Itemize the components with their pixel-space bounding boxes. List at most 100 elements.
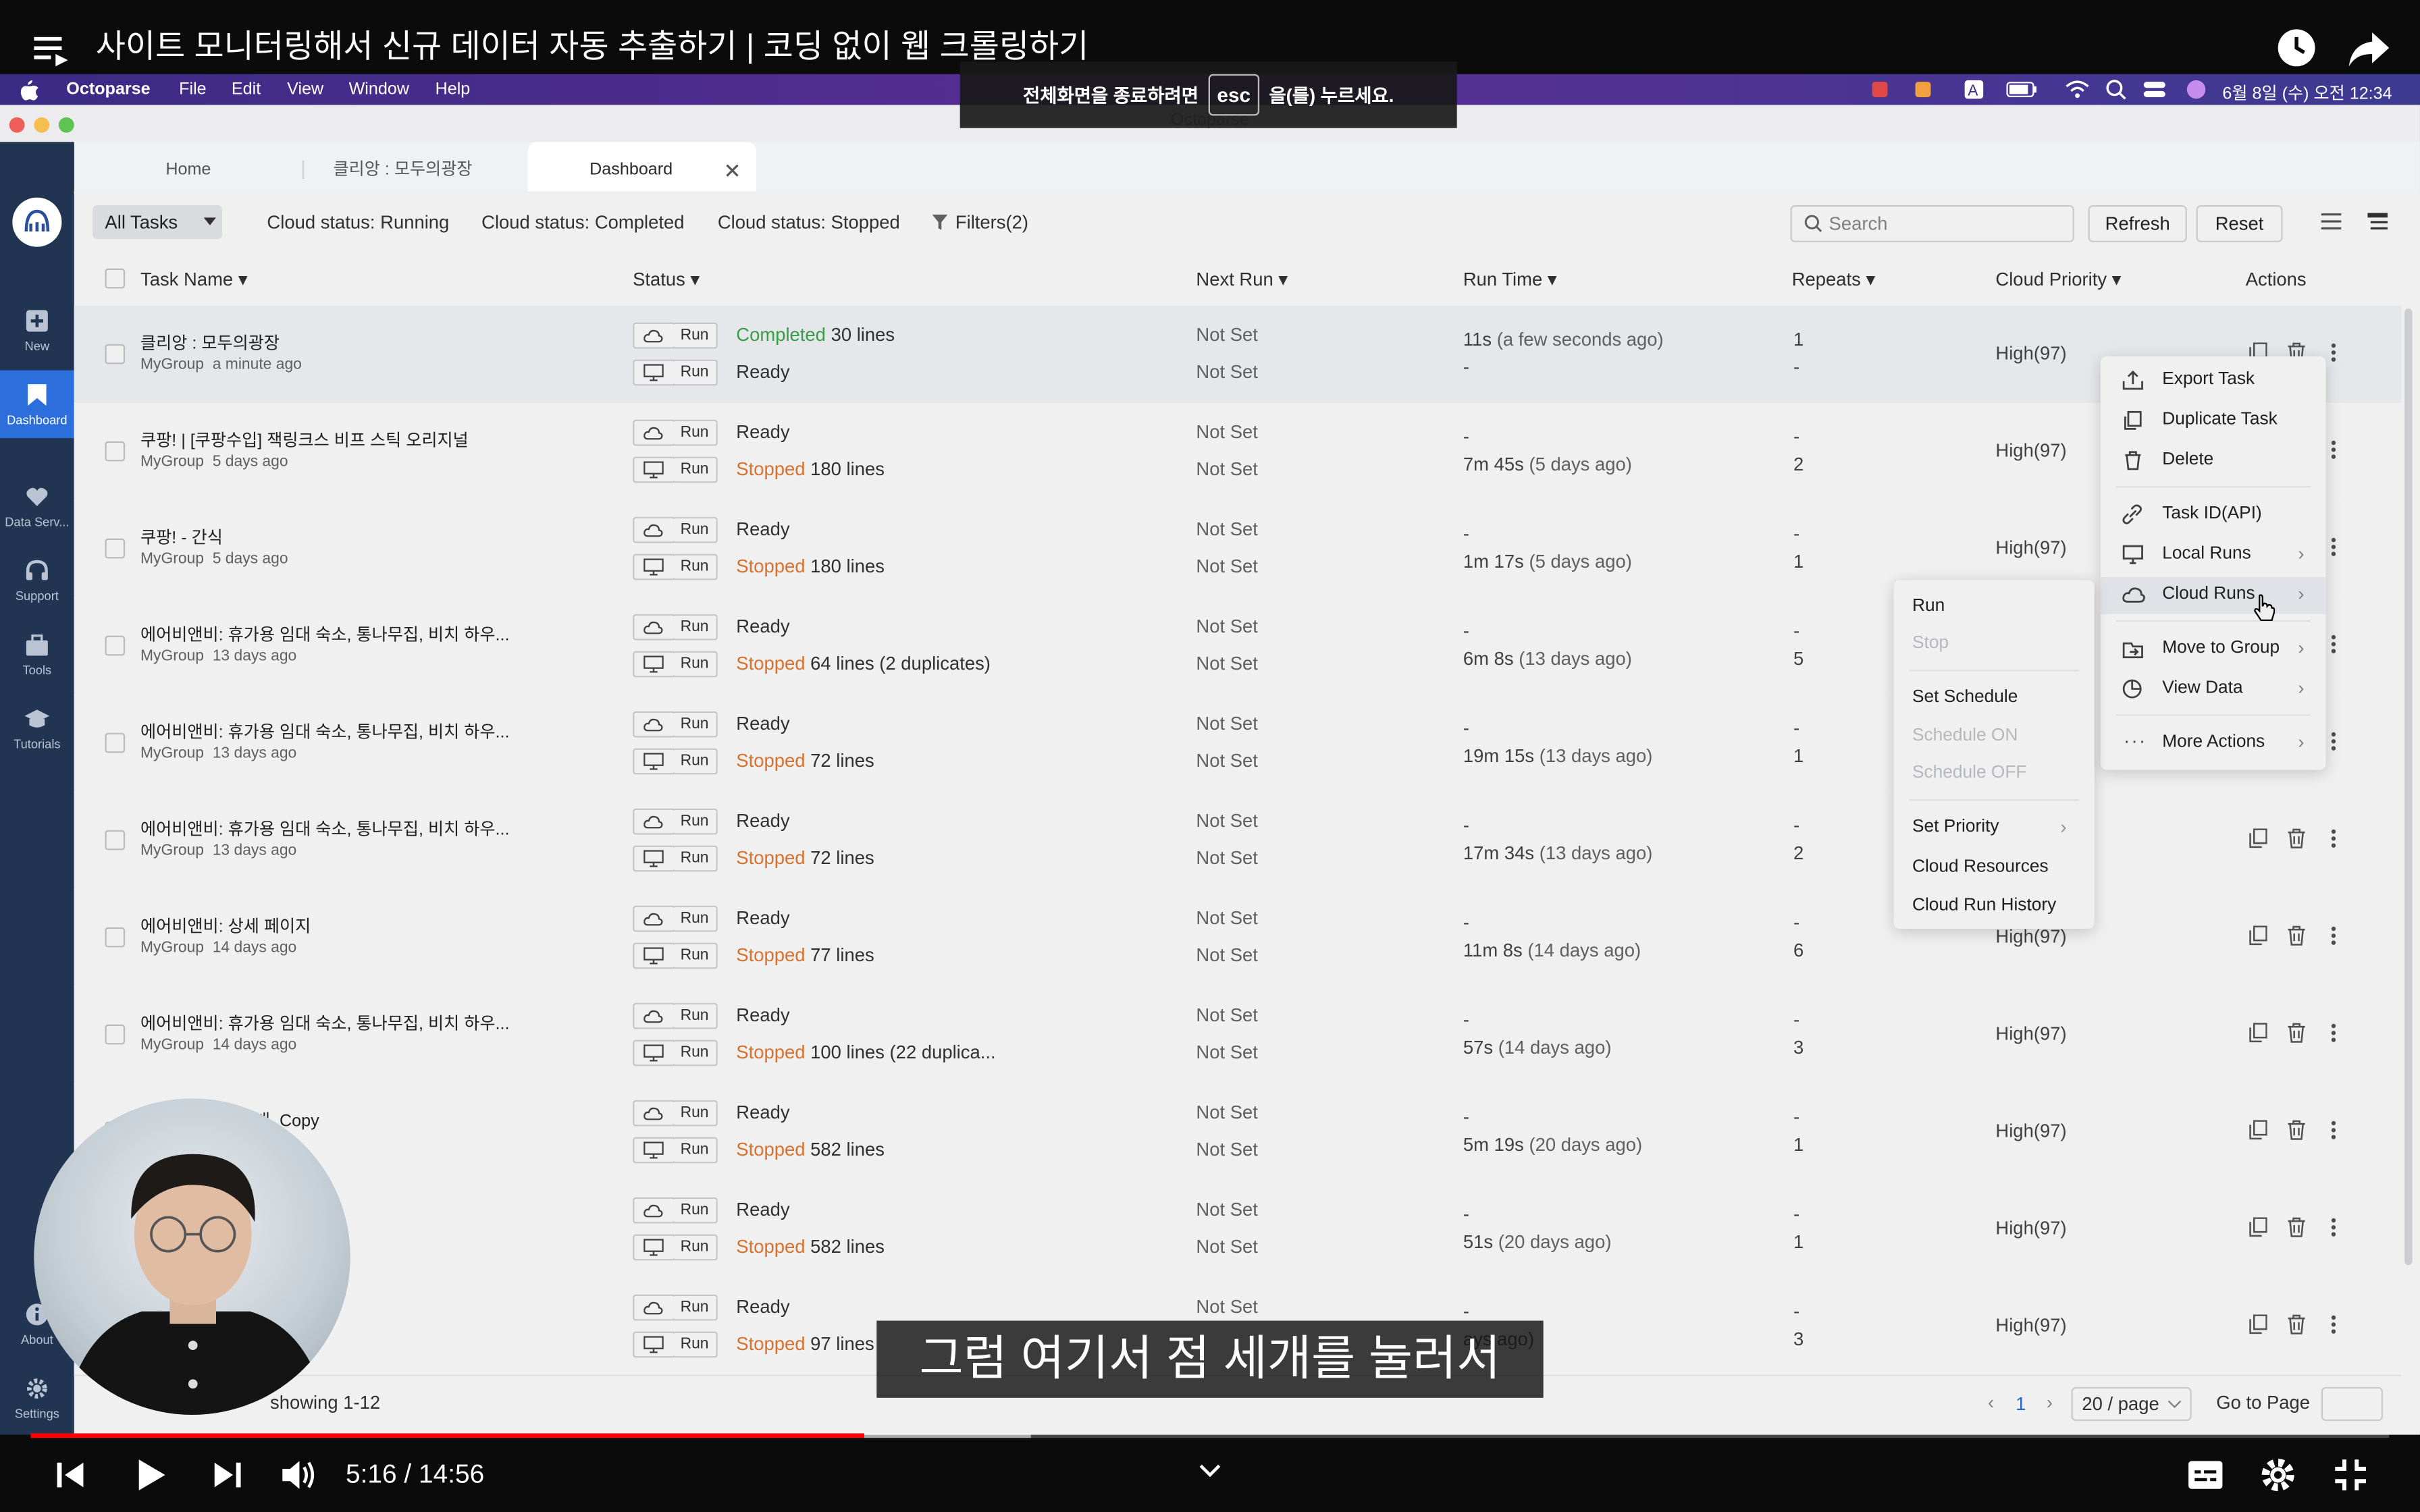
cloud-run-button[interactable]: Run xyxy=(673,1100,718,1127)
page-number[interactable]: 1 xyxy=(2016,1393,2026,1415)
share-icon[interactable] xyxy=(2346,26,2392,70)
cloud-priority[interactable]: High(97) xyxy=(1995,439,2066,461)
filter-icon[interactable] xyxy=(932,214,948,232)
all-tasks-dropdown[interactable]: All Tasks xyxy=(93,205,223,240)
more-vertical-icon[interactable] xyxy=(2330,537,2348,557)
col-next-run[interactable]: Next Run ▾ xyxy=(1196,269,1288,290)
menu-local-runs[interactable]: Local Runs › xyxy=(2101,537,2326,574)
submenu-set-priority[interactable]: Set Priority xyxy=(1912,817,1999,836)
trash-icon[interactable] xyxy=(2287,1217,2305,1237)
exit-fullscreen-icon[interactable] xyxy=(2332,1457,2369,1494)
more-vertical-icon[interactable] xyxy=(2330,342,2348,362)
cloud-priority[interactable]: High(97) xyxy=(1995,1120,2066,1141)
spotlight-search-icon[interactable] xyxy=(2105,79,2127,101)
cloud-run-button[interactable]: Run xyxy=(673,419,718,446)
task-name[interactable]: 에어비앤비: 휴가용 임대 숙소, 통나무집, 비치 하우... xyxy=(140,1010,509,1035)
trash-icon[interactable] xyxy=(2287,828,2305,848)
task-name[interactable]: 에어비앤비: 휴가용 임대 숙소, 통나무집, 비치 하우... xyxy=(140,622,509,647)
sidebar-item-tools[interactable]: Tools xyxy=(0,620,74,688)
refresh-button[interactable]: Refresh xyxy=(2088,205,2187,242)
duplicate-icon[interactable] xyxy=(2248,1217,2267,1237)
row-checkbox[interactable] xyxy=(105,441,126,462)
next-video-icon[interactable] xyxy=(211,1459,242,1490)
play-icon[interactable] xyxy=(133,1457,170,1494)
submenu-cloud-resources[interactable]: Cloud Resources xyxy=(1912,858,2049,876)
duplicate-icon[interactable] xyxy=(2248,925,2267,946)
previous-video-icon[interactable] xyxy=(55,1459,86,1490)
filter-cloud-stopped[interactable]: Cloud status: Stopped xyxy=(718,211,900,233)
task-name[interactable]: 에어비앤비: 휴가용 임대 숙소, 통나무집, 비치 하우... xyxy=(140,719,509,744)
captions-icon[interactable] xyxy=(2187,1459,2224,1490)
table-row[interactable]: 처의 당근마켓 RunRunReady Stopped 582 linesNot… xyxy=(74,1180,2402,1279)
cloud-run-button[interactable]: Run xyxy=(673,1197,718,1224)
sidebar-item-dashboard[interactable]: Dashboard xyxy=(0,370,74,439)
wifi-icon[interactable] xyxy=(2065,79,2090,101)
task-name[interactable]: 쿠팡! - 간식 xyxy=(140,524,223,549)
page-size-select[interactable]: 20 / page xyxy=(2071,1386,2192,1422)
filter-cloud-completed[interactable]: Cloud status: Completed xyxy=(481,211,684,233)
local-run-button[interactable]: Run xyxy=(673,1137,718,1164)
table-row[interactable]: 클리앙 : 모두의광장 MyGroup a minute ago Run Run Com… xyxy=(74,305,2402,404)
avatar[interactable] xyxy=(12,197,62,247)
select-all-checkbox[interactable] xyxy=(105,268,126,289)
prev-page-button[interactable]: ‹ xyxy=(1988,1392,1994,1413)
more-vertical-icon[interactable] xyxy=(2330,731,2348,751)
duplicate-icon[interactable] xyxy=(2248,1120,2267,1140)
cloud-priority[interactable]: High(97) xyxy=(1995,537,2066,558)
tab-dashboard[interactable]: Dashboard xyxy=(527,142,756,192)
menu-more-actions[interactable]: ··· More Actions › xyxy=(2101,725,2326,762)
tab-home[interactable]: Home xyxy=(120,142,256,191)
local-run-button[interactable]: Run xyxy=(673,554,718,580)
cloud-priority[interactable]: High(97) xyxy=(1995,342,2066,364)
more-vertical-icon[interactable] xyxy=(2330,1217,2348,1237)
list-view-icon[interactable] xyxy=(2321,213,2342,230)
submenu-set-schedule[interactable]: Set Schedule xyxy=(1912,688,2018,706)
menu-app-name[interactable]: Octoparse xyxy=(66,80,150,99)
trash-icon[interactable] xyxy=(2287,1023,2305,1043)
submenu-run[interactable]: Run xyxy=(1912,597,1945,616)
sidebar-item-settings[interactable]: Settings xyxy=(0,1364,74,1432)
playlist-icon[interactable] xyxy=(34,34,71,68)
col-repeats[interactable]: Repeats ▾ xyxy=(1792,269,1876,290)
trash-icon[interactable] xyxy=(2287,1314,2305,1334)
settings-gear-icon[interactable] xyxy=(2259,1457,2296,1494)
menu-view[interactable]: View xyxy=(287,80,323,99)
menu-move-to-group[interactable]: Move to Group › xyxy=(2101,631,2326,668)
menu-duplicate-task[interactable]: Duplicate Task xyxy=(2101,403,2326,440)
menu-cloud-runs[interactable]: Cloud Runs › xyxy=(2100,576,2326,614)
filters-button[interactable]: Filters(2) xyxy=(955,211,1028,233)
task-name[interactable]: 에어비앤비: 상세 페이지 xyxy=(140,913,311,938)
more-vertical-icon[interactable] xyxy=(2330,1314,2348,1334)
video-progress-bar[interactable] xyxy=(30,1433,2390,1438)
local-run-button[interactable]: Run xyxy=(673,456,718,483)
menu-window[interactable]: Window xyxy=(349,80,409,99)
apple-icon[interactable] xyxy=(20,79,38,101)
task-name[interactable]: 쿠팡! | [쿠팡수입] 잭링크스 비프 스틱 오리지널 xyxy=(140,427,469,452)
menu-task-id-api[interactable]: Task ID(API) xyxy=(2101,497,2326,534)
row-checkbox[interactable] xyxy=(105,344,126,364)
trash-icon[interactable] xyxy=(2287,925,2305,946)
more-vertical-icon[interactable] xyxy=(2330,1023,2348,1043)
sidebar-item-tutorials[interactable]: Tutorials xyxy=(0,695,74,763)
row-checkbox[interactable] xyxy=(105,830,126,850)
cloud-priority[interactable]: High(97) xyxy=(1995,925,2066,947)
more-vertical-icon[interactable] xyxy=(2330,1120,2348,1140)
menu-file[interactable]: File xyxy=(179,80,207,99)
table-row[interactable]: 에어비앤비: 휴가용 임대 숙소, 통나무집, 비치 하우... MyGroup … xyxy=(74,986,2402,1085)
local-run-button[interactable]: Run xyxy=(673,359,718,386)
row-checkbox[interactable] xyxy=(105,538,126,559)
col-status[interactable]: Status ▾ xyxy=(633,269,700,290)
more-vertical-icon[interactable] xyxy=(2330,925,2348,946)
cloud-run-button[interactable]: Run xyxy=(673,1002,718,1029)
menu-view-data[interactable]: View Data › xyxy=(2101,671,2326,708)
search-input[interactable]: Search xyxy=(1790,205,2074,242)
cloud-run-button[interactable]: Run xyxy=(673,1294,718,1321)
sidebar-item-new[interactable]: New xyxy=(0,296,74,364)
sidebar-item-support[interactable]: Support xyxy=(0,546,74,614)
cloud-run-button[interactable]: Run xyxy=(673,516,718,543)
row-checkbox[interactable] xyxy=(105,732,126,753)
tab-clien[interactable]: 클리앙 : 모두의광장 xyxy=(306,142,500,191)
siri-icon[interactable] xyxy=(2186,79,2207,101)
cloud-run-button[interactable]: Run xyxy=(673,322,718,349)
sidebar-item-data-service[interactable]: Data Serv... xyxy=(0,472,74,540)
